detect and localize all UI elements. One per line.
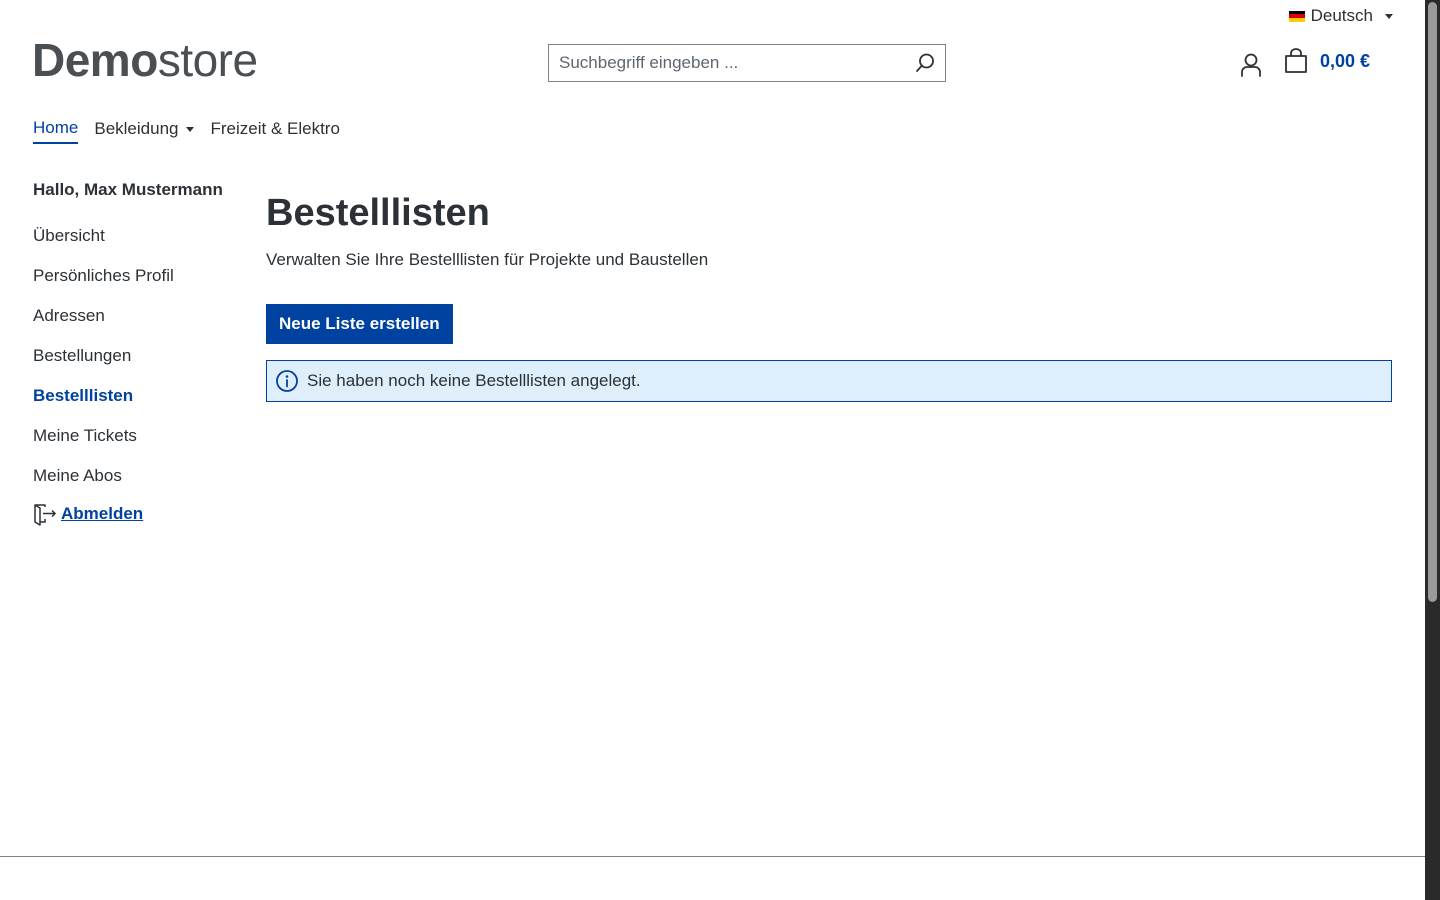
main-navigation: Home Bekleidung Freizeit & Elektro (33, 118, 340, 144)
nav-item-home[interactable]: Home (33, 118, 79, 144)
logo-text-light: store (157, 34, 258, 86)
account-sidebar: Hallo, Max Mustermann Übersicht Persönli… (33, 180, 233, 526)
shopping-bag-icon (1285, 48, 1307, 73)
sidebar-item-addresses[interactable]: Adressen (33, 306, 233, 346)
footer-divider (0, 856, 1425, 857)
cart-button[interactable]: 0,00 € (1284, 48, 1370, 74)
search-button[interactable] (905, 45, 945, 81)
empty-state-message: Sie haben noch keine Bestelllisten angel… (307, 371, 641, 390)
nav-item-label: Home (33, 118, 79, 137)
search-input[interactable] (549, 45, 905, 81)
cart-total: 0,00 € (1320, 50, 1371, 71)
create-list-button[interactable]: Neue Liste erstellen (266, 304, 453, 344)
sidebar-item-subscriptions[interactable]: Meine Abos (33, 466, 233, 506)
info-icon (276, 370, 298, 392)
main-content: Bestelllisten Verwalten Sie Ihre Bestell… (266, 190, 1392, 402)
sidebar-item-tickets[interactable]: Meine Tickets (33, 426, 233, 466)
nav-item-freizeit-elektro[interactable]: Freizeit & Elektro (210, 118, 339, 144)
logo-text-bold: Demo (32, 34, 158, 86)
sidebar-item-profile[interactable]: Persönliches Profil (33, 266, 233, 306)
page-scrollbar[interactable] (1425, 0, 1440, 900)
nav-item-label: Freizeit & Elektro (210, 119, 340, 138)
scrollbar-thumb[interactable] (1428, 2, 1437, 602)
nav-item-bekleidung[interactable]: Bekleidung (94, 118, 195, 144)
nav-item-label: Bekleidung (94, 119, 179, 138)
page: Deutsch Demostore 0,00 € Home (0, 0, 1425, 900)
page-title: Bestelllisten (266, 192, 490, 234)
search-form (548, 44, 946, 82)
greeting: Hallo, Max Mustermann (33, 180, 223, 199)
chevron-down-icon (186, 126, 195, 132)
search-icon (916, 53, 934, 72)
user-icon (1241, 53, 1261, 77)
logout-link[interactable]: Abmelden (33, 502, 233, 526)
language-switcher[interactable]: Deutsch (1288, 6, 1393, 26)
logout-icon (34, 504, 57, 526)
page-description: Verwalten Sie Ihre Bestelllisten für Pro… (266, 250, 709, 269)
sidebar-item-overview[interactable]: Übersicht (33, 226, 233, 266)
logo[interactable]: Demostore (32, 36, 258, 84)
german-flag-icon (1288, 10, 1305, 22)
sidebar-item-order-lists[interactable]: Bestelllisten (33, 386, 233, 426)
logout-label: Abmelden (61, 504, 144, 523)
account-button[interactable] (1236, 50, 1266, 80)
language-label: Deutsch (1310, 6, 1373, 25)
sidebar-item-orders[interactable]: Bestellungen (33, 346, 233, 386)
chevron-down-icon (1385, 13, 1393, 19)
info-alert: Sie haben noch keine Bestelllisten angel… (266, 360, 1392, 402)
